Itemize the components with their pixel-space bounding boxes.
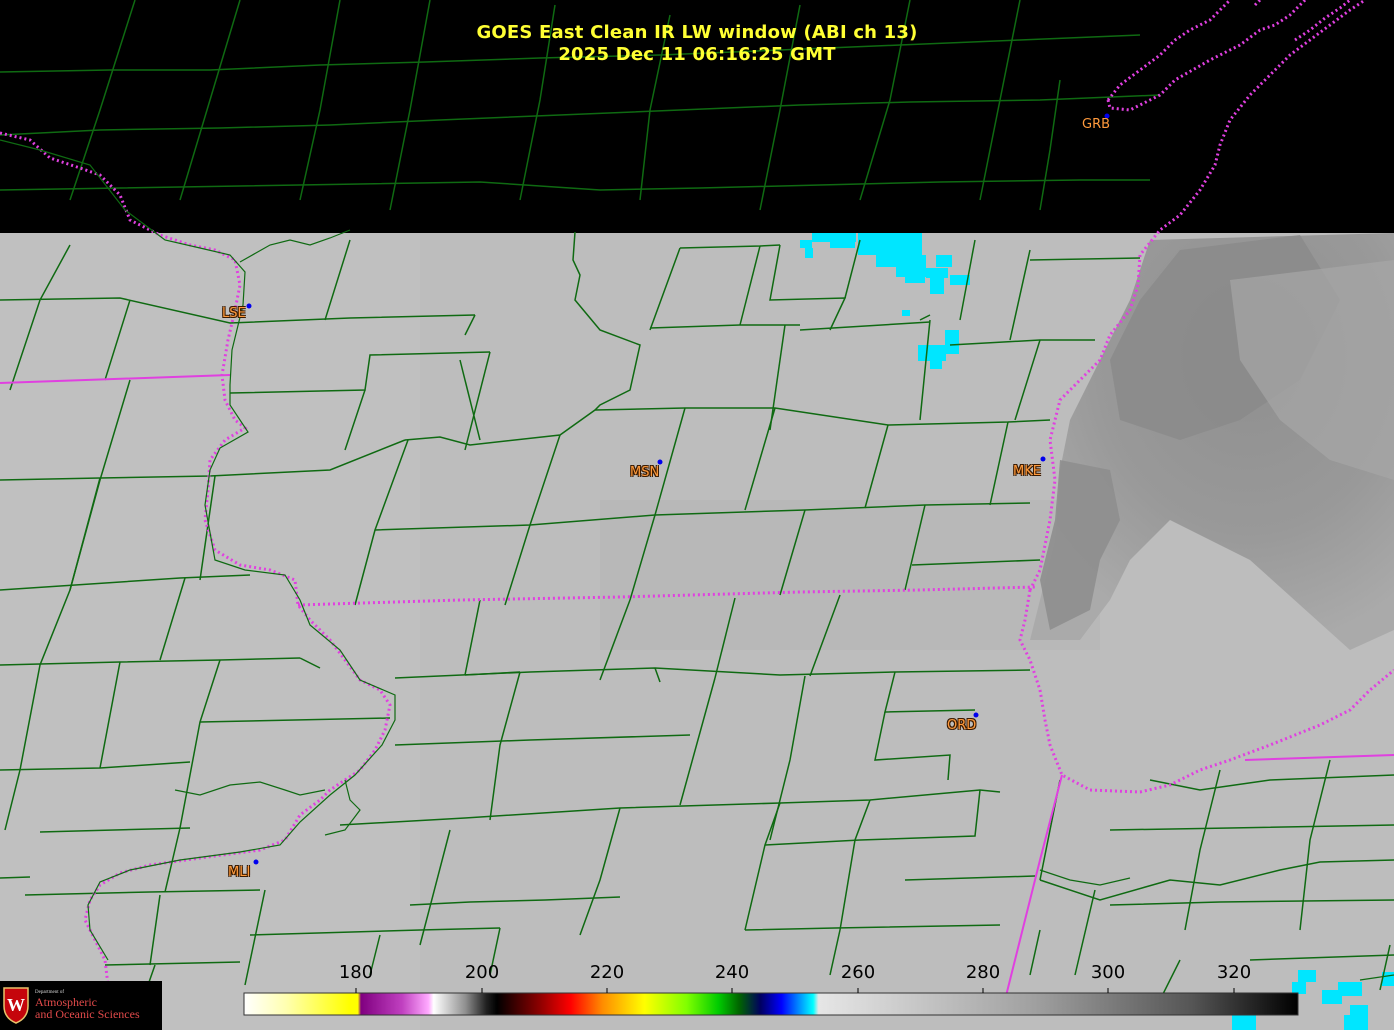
- image-title: GOES East Clean IR LW window (ABI ch 13): [476, 22, 918, 43]
- station-dot-mli: [253, 859, 259, 865]
- colorbar-tick-label: 220: [589, 962, 625, 983]
- colorbar: [243, 992, 1299, 1016]
- station-dot-mke: [1040, 456, 1046, 462]
- station-dot-msn: [657, 459, 663, 465]
- colorbar-tick-label: 280: [965, 962, 1001, 983]
- colorbar-tick-label: 200: [464, 962, 500, 983]
- station-label-mli: MLI: [228, 865, 251, 880]
- colorbar-tick-label: 320: [1216, 962, 1252, 983]
- station-label-grb: GRB: [1082, 117, 1111, 132]
- aos-logo: W Department of Atmospheric and Oceanic …: [0, 981, 162, 1030]
- satellite-image: [0, 0, 1394, 1030]
- station-label-msn: MSN: [630, 465, 660, 480]
- uw-crest-icon: W: [3, 987, 29, 1024]
- station-label-ord: ORD: [947, 718, 977, 733]
- colorbar-tick-label: 240: [714, 962, 750, 983]
- colorbar-tick-label: 180: [338, 962, 374, 983]
- station-dot-lse: [246, 303, 252, 309]
- station-dot-ord: [973, 712, 979, 718]
- image-timestamp: 2025 Dec 11 06:16:25 GMT: [558, 44, 836, 65]
- logo-line2: and Oceanic Sciences: [35, 1007, 140, 1021]
- svg-text:W: W: [7, 995, 25, 1015]
- colorbar-tick-label: 300: [1090, 962, 1126, 983]
- satellite-map-viewer: GOES East Clean IR LW window (ABI ch 13)…: [0, 0, 1394, 1030]
- station-label-lse: LSE: [222, 306, 246, 321]
- colorbar-tick-label: 260: [840, 962, 876, 983]
- station-label-mke: MKE: [1013, 464, 1041, 479]
